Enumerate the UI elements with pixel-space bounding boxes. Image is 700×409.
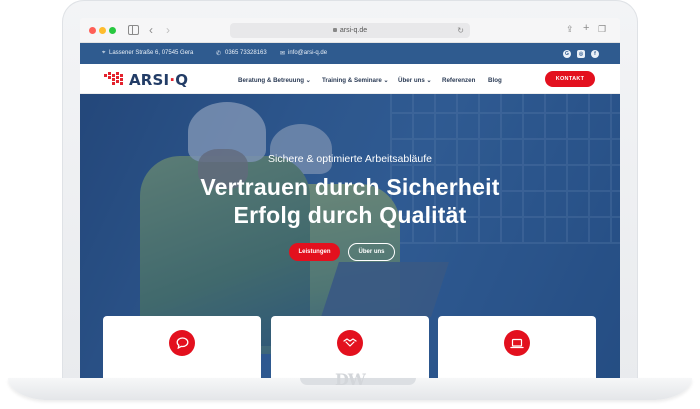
facebook-icon[interactable]: f <box>591 50 599 58</box>
minimize-window-dot[interactable] <box>99 27 106 34</box>
handshake-icon <box>337 330 363 356</box>
mockup-stage: ‹ › arsi-q.de ↻ ⇪ + ❐ ⌖ Lassener Straße … <box>0 0 700 409</box>
nav-ueber-uns[interactable]: Über uns ⌄ <box>398 77 432 84</box>
lock-icon <box>332 28 337 33</box>
nav-blog[interactable]: Blog <box>488 77 502 84</box>
sidebar-toggle-icon[interactable] <box>128 25 139 35</box>
site-logo[interactable]: ARSI·Q <box>104 71 188 89</box>
forward-arrow-icon[interactable]: › <box>166 23 170 37</box>
instagram-icon[interactable]: ◎ <box>577 50 585 58</box>
location-pin-icon: ⌖ <box>102 50 106 56</box>
hero-kicker: Sichere & optimierte Arbeitsabläufe <box>267 153 432 165</box>
reload-icon[interactable]: ↻ <box>457 23 464 38</box>
share-icon[interactable]: ⇪ <box>566 24 574 35</box>
phone-icon: ✆ <box>216 51 222 57</box>
laptop-icon <box>504 330 530 356</box>
service-card[interactable] <box>438 316 596 382</box>
ueber-uns-button[interactable]: Über uns <box>348 243 395 261</box>
email-link[interactable]: info@arsi-q.de <box>288 50 327 56</box>
leistungen-button[interactable]: Leistungen <box>289 243 340 261</box>
kontakt-button[interactable]: KONTAKT <box>545 71 595 87</box>
close-window-dot[interactable] <box>89 27 96 34</box>
mail-icon: ✉ <box>280 51 286 57</box>
url-text: arsi-q.de <box>339 27 368 34</box>
browser-toolbar: ‹ › arsi-q.de ↻ ⇪ + ❐ <box>80 18 620 43</box>
hero-title-line-2: Erfolg durch Qualität <box>233 202 467 228</box>
nav-training[interactable]: Training & Seminare ⌄ <box>322 77 389 84</box>
phone-link[interactable]: 0365 73328163 <box>225 50 267 56</box>
top-info-bar: ⌖ Lassener Straße 6, 07545 Gera ✆ 0365 7… <box>80 43 620 64</box>
address-bar[interactable]: arsi-q.de ↻ <box>230 23 470 38</box>
nav-beratung[interactable]: Beratung & Betreuung ⌄ <box>238 77 311 84</box>
address-text: Lassener Straße 6, 07545 Gera <box>109 50 194 56</box>
logo-wordmark: ARSI·Q <box>129 71 189 89</box>
new-tab-icon[interactable]: + <box>583 22 589 34</box>
nav-referenzen[interactable]: Referenzen <box>442 77 475 84</box>
logo-pixel-icon <box>104 72 126 88</box>
chat-bubble-icon <box>169 330 195 356</box>
browser-screen: ‹ › arsi-q.de ↻ ⇪ + ❐ ⌖ Lassener Straße … <box>80 18 620 382</box>
hero-title-line-1: Vertrauen durch Sicherheit <box>200 174 500 200</box>
back-arrow-icon[interactable]: ‹ <box>149 23 153 37</box>
watermark-logo: DW <box>335 370 366 389</box>
maximize-window-dot[interactable] <box>109 27 116 34</box>
google-icon[interactable]: G <box>563 50 571 58</box>
site-header: ARSI·Q Beratung & Betreuung ⌄ Training &… <box>80 64 620 94</box>
service-card[interactable] <box>103 316 261 382</box>
tab-overview-icon[interactable]: ❐ <box>598 24 606 35</box>
